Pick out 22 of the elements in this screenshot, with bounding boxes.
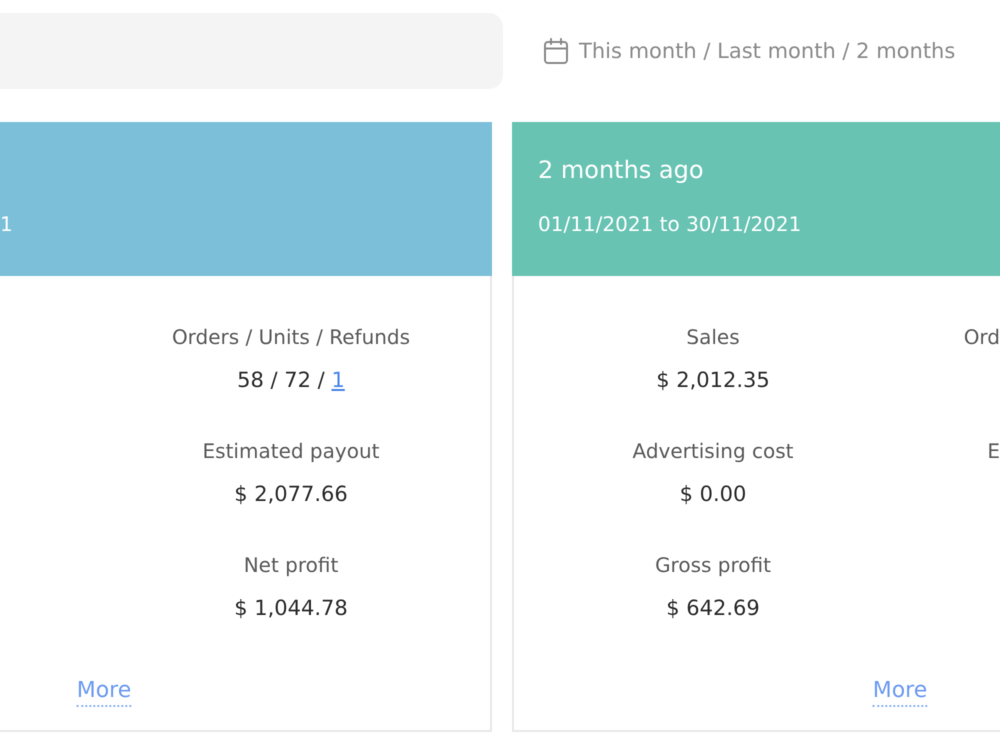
metric-value: $ 1,044.78 [234, 595, 348, 622]
metric-label: E [987, 438, 1000, 465]
card-date-range: 1 [0, 211, 13, 238]
metric-label: Net profit [244, 552, 338, 579]
metric-value: $ 642.69 [666, 595, 760, 622]
metric-label: Advertising cost [632, 438, 794, 465]
metric-label: Gross profit [655, 552, 771, 579]
card-date-range: 01/11/2021 to 30/11/2021 [538, 211, 802, 238]
metric-label: Orders / Units / Refunds [172, 324, 410, 351]
metric-label: Sales [686, 324, 740, 351]
count-link[interactable]: 1 [331, 368, 345, 392]
metric-label: Ord [964, 324, 1000, 351]
more-link[interactable]: More [872, 677, 928, 707]
metric-value: 58 / 72 / 1 [237, 367, 345, 394]
metric-value: $ 0.00 [680, 481, 746, 508]
date-range-options[interactable]: This month / Last month / 2 months [579, 36, 956, 66]
more-link[interactable]: More [76, 677, 132, 707]
metric-value: $ 2,012.35 [656, 367, 770, 394]
calendar-icon [543, 38, 569, 64]
metric-label: Estimated payout [202, 438, 380, 465]
metric-value: $ 2,077.66 [234, 481, 348, 508]
card-title: 2 months ago [538, 155, 704, 185]
